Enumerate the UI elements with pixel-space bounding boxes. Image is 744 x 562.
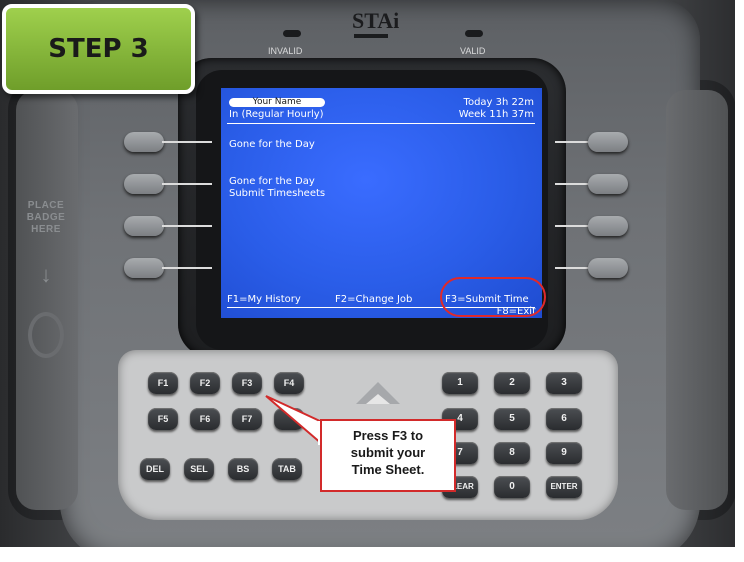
- side-softkey-left-2[interactable]: [124, 174, 164, 194]
- screen-divider: [227, 123, 535, 124]
- key-0[interactable]: 0: [494, 476, 530, 498]
- invalid-label: INVALID: [268, 46, 303, 56]
- side-softkey-left-1[interactable]: [124, 132, 164, 152]
- valid-led: [465, 30, 483, 37]
- softkey-line: [162, 267, 212, 269]
- softkey-line: [162, 183, 212, 185]
- key-enter[interactable]: ENTER: [546, 476, 582, 498]
- callout-text: Press F3 to submit your Time Sheet.: [322, 427, 454, 478]
- key-del[interactable]: DEL: [140, 458, 170, 480]
- softkey-line: [162, 141, 212, 143]
- arrow-up-icon: [366, 394, 390, 404]
- key-8[interactable]: 8: [494, 442, 530, 464]
- callout-line-2: submit your: [350, 445, 426, 460]
- key-3[interactable]: 3: [546, 372, 582, 394]
- badge-reader-icon[interactable]: [28, 312, 64, 358]
- screen-line-3: Submit Timesheets: [229, 188, 326, 199]
- side-softkey-left-3[interactable]: [124, 216, 164, 236]
- side-softkey-right-1[interactable]: [588, 132, 628, 152]
- callout-line-1: Press F3 to: [352, 428, 424, 443]
- key-f5[interactable]: F5: [148, 408, 178, 430]
- key-f3[interactable]: F3: [232, 372, 262, 394]
- today-hours: Today 3h 22m: [463, 97, 534, 108]
- side-softkey-right-2[interactable]: [588, 174, 628, 194]
- key-6[interactable]: 6: [546, 408, 582, 430]
- side-softkey-right-4[interactable]: [588, 258, 628, 278]
- side-softkey-right-3[interactable]: [588, 216, 628, 236]
- key-9[interactable]: 9: [546, 442, 582, 464]
- image-border-right: [735, 0, 744, 562]
- softkey-line: [162, 225, 212, 227]
- step-label: STEP 3: [48, 34, 149, 64]
- badge-area-label: PLACE BADGE HERE: [26, 200, 66, 235]
- valid-label: VALID: [460, 46, 486, 56]
- f3-highlight-ring: [440, 277, 546, 317]
- logo-bar: [354, 34, 388, 38]
- key-bs[interactable]: BS: [228, 458, 258, 480]
- image-border-bottom: [0, 547, 744, 562]
- invalid-led: [283, 30, 301, 37]
- callout-line-3: Time Sheet.: [351, 462, 425, 477]
- clock-status: In (Regular Hourly): [229, 109, 324, 120]
- softkey-label-f1: F1=My History: [227, 294, 301, 305]
- key-2[interactable]: 2: [494, 372, 530, 394]
- user-name: Your Name: [229, 98, 325, 107]
- right-side-panel: [666, 90, 728, 510]
- key-f1[interactable]: F1: [148, 372, 178, 394]
- side-softkey-left-4[interactable]: [124, 258, 164, 278]
- key-f6[interactable]: F6: [190, 408, 220, 430]
- screen-line-1: Gone for the Day: [229, 139, 315, 150]
- week-hours: Week 11h 37m: [458, 109, 534, 120]
- screen-line-2: Gone for the Day: [229, 176, 315, 187]
- key-1[interactable]: 1: [442, 372, 478, 394]
- key-f2[interactable]: F2: [190, 372, 220, 394]
- arrow-down-icon: ↓: [40, 262, 52, 287]
- key-5[interactable]: 5: [494, 408, 530, 430]
- key-f4[interactable]: F4: [274, 372, 304, 394]
- key-f7[interactable]: F7: [232, 408, 262, 430]
- key-sel[interactable]: SEL: [184, 458, 214, 480]
- softkey-label-f2: F2=Change Job: [335, 294, 413, 305]
